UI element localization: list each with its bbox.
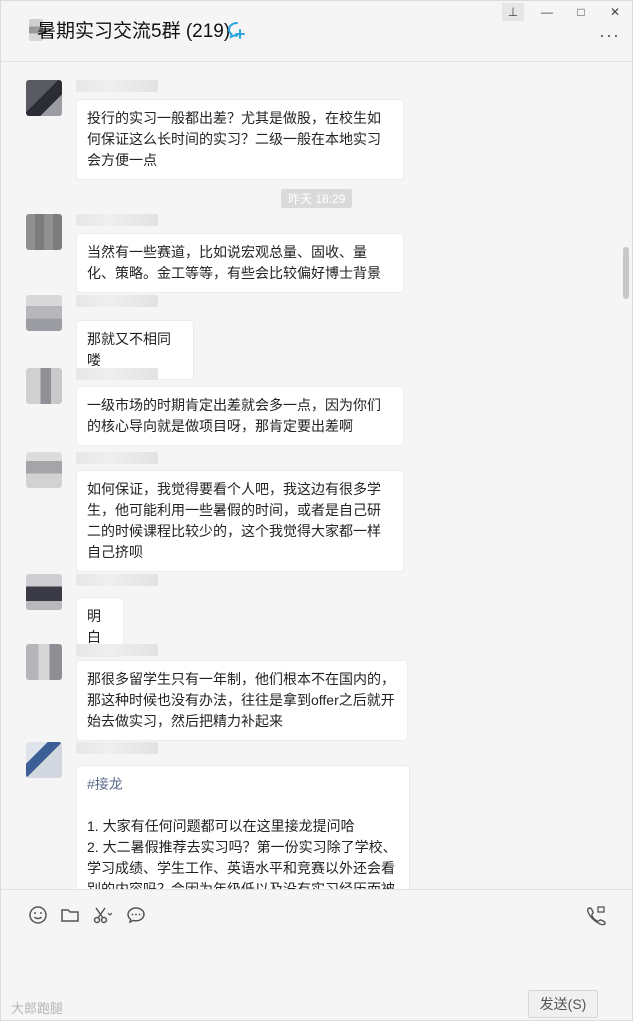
message-line: 2. 大二暑假推荐去实习吗？第一份实习除了学校、学习成绩、学生工作、英语水平和竞… (87, 839, 397, 889)
emoji-icon[interactable] (27, 904, 49, 926)
message-bubble[interactable]: 一级市场的时期肯定出差就会多一点，因为你们的核心导向就是做项目呀，那肯定要出差啊 (76, 386, 404, 446)
scissors-icon[interactable] (91, 904, 113, 926)
hashtag-label[interactable]: #接龙 (87, 774, 399, 795)
message-input[interactable] (1, 939, 632, 989)
chat-window: 暑期实习交流5群 (219) ⊥ — □ ✕ ··· 投行的实习一般都出差？尤其… (0, 0, 633, 1021)
group-chat-icon[interactable] (226, 19, 248, 41)
avatar[interactable] (26, 644, 62, 680)
avatar[interactable] (26, 574, 62, 610)
avatar[interactable] (26, 452, 62, 488)
video-call-icon[interactable] (585, 904, 607, 926)
scrollbar-thumb[interactable] (623, 247, 629, 299)
message-bubble[interactable]: 投行的实习一般都出差？尤其是做股，在校生如何保证这么长时间的实习？二级一般在本地… (76, 99, 404, 180)
avatar[interactable] (26, 80, 62, 116)
avatar[interactable] (26, 368, 62, 404)
sender-name (76, 295, 158, 307)
sender-name (76, 452, 158, 464)
sender-name (76, 80, 158, 92)
close-button[interactable]: ✕ (604, 3, 626, 21)
message-list[interactable]: 投行的实习一般都出差？尤其是做股，在校生如何保证这么长时间的实习？二级一般在本地… (1, 62, 632, 889)
minimize-button[interactable]: — (536, 3, 558, 21)
chat-title: 暑期实习交流5群 (219) (37, 21, 231, 42)
folder-icon[interactable] (59, 904, 81, 926)
sender-name (76, 214, 158, 226)
title-bar: 暑期实习交流5群 (219) ⊥ — □ ✕ ··· (1, 1, 632, 62)
sender-name (76, 742, 158, 754)
message-bubble[interactable]: #接龙 1. 大家有任何问题都可以在这里接龙提问哈 2. 大二暑假推荐去实习吗？… (76, 765, 410, 889)
watermark: 大郎跑腿 (11, 1001, 64, 1016)
pin-button[interactable]: ⊥ (502, 3, 524, 21)
message-bubble[interactable]: 那很多留学生只有一年制，他们根本不在国内的，那这种时候也没有办法，往往是拿到of… (76, 660, 408, 741)
message-line: 1. 大家有任何问题都可以在这里接龙提问哈 (87, 818, 355, 834)
message-bubble[interactable]: 当然有一些赛道，比如说宏观总量、固收、量化、策略。金工等等，有些会比较偏好博士背… (76, 233, 404, 293)
avatar[interactable] (26, 295, 62, 331)
message-bubble[interactable]: 如何保证，我觉得要看个人吧，我这边有很多学生，他可能利用一些暑假的时间，或者是自… (76, 470, 404, 572)
avatar[interactable] (26, 742, 62, 778)
avatar[interactable] (26, 214, 62, 250)
input-toolbar (1, 889, 632, 940)
more-options-button[interactable]: ··· (599, 25, 620, 46)
maximize-button[interactable]: □ (570, 3, 592, 21)
sender-name (76, 574, 158, 586)
message-timestamp: 昨天 18:29 (281, 189, 353, 208)
sender-name (76, 368, 158, 380)
send-button[interactable]: 发送(S) (528, 990, 598, 1018)
chat-bubble-icon[interactable] (125, 904, 147, 926)
sender-name (76, 644, 158, 656)
